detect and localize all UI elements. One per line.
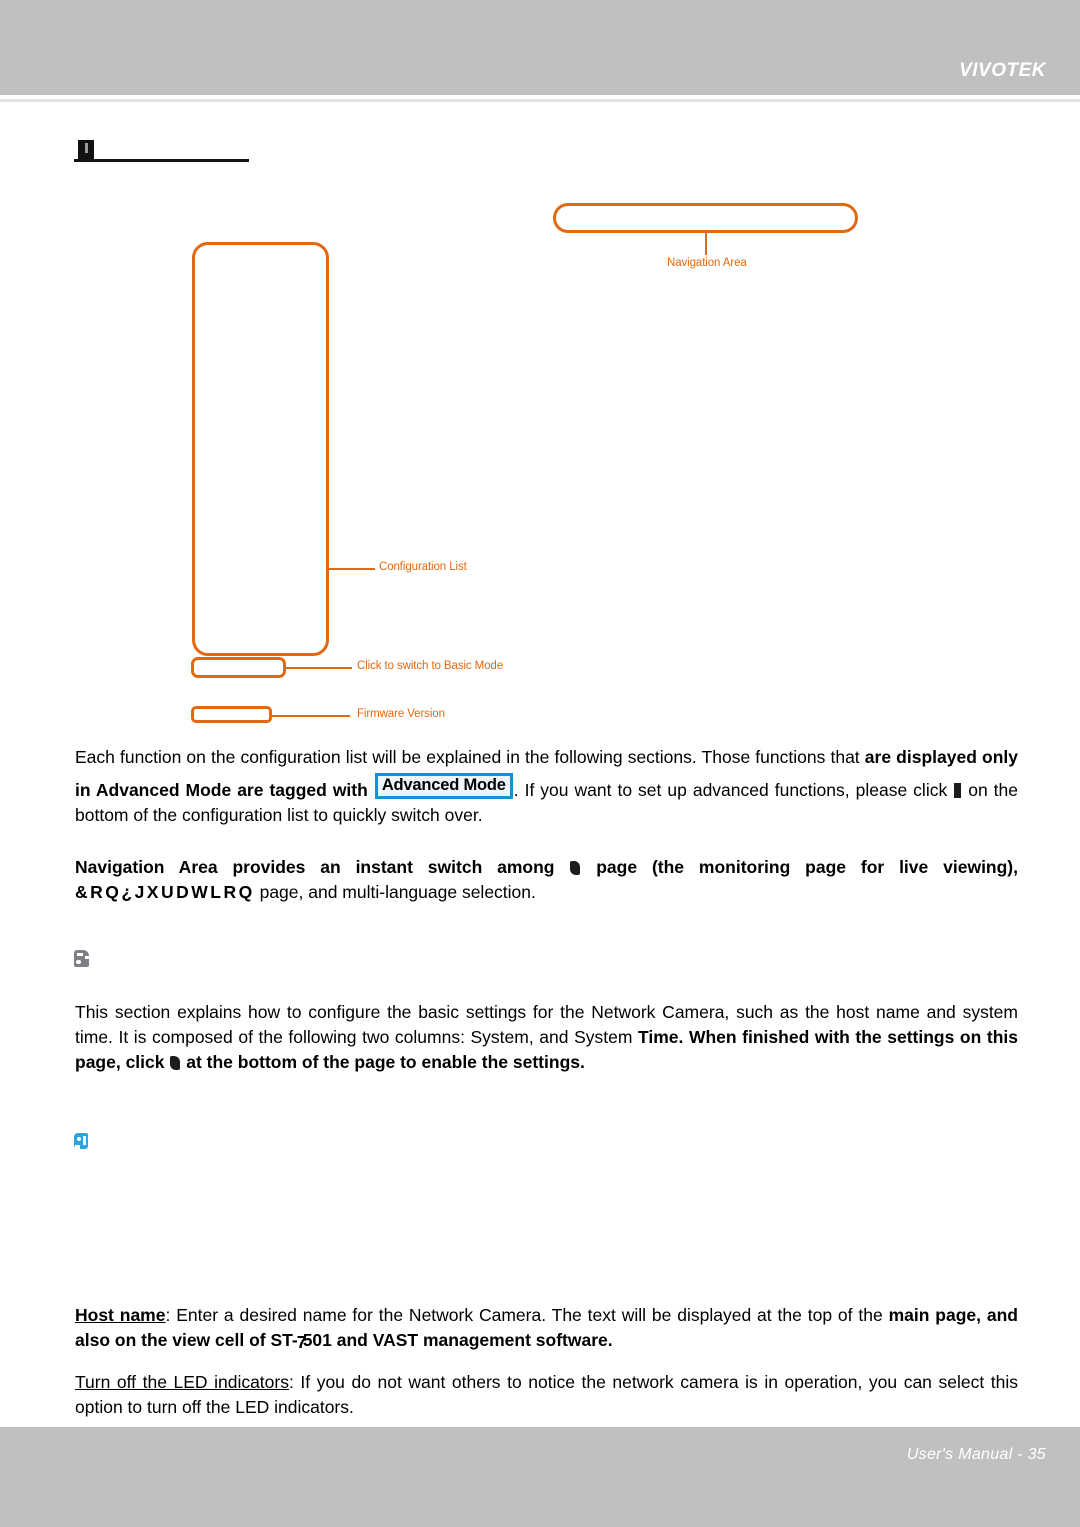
p2-tail: page, and multi-language selection. — [254, 882, 536, 902]
inline-missing-glyph-icon — [954, 783, 962, 798]
p2-bold-b: page (the monitoring page for live viewi… — [581, 857, 1018, 877]
manual-page: VIVOTEK Navigation Area Configuration Li… — [0, 0, 1080, 1527]
footer-page-label: User's Manual - 35 — [906, 1446, 1046, 1463]
paragraph-led-indicators: Turn off the LED indicators: If you do n… — [75, 1370, 1018, 1420]
p5-term: Turn off the LED indicators — [75, 1372, 289, 1392]
p4-model-digit: 7 — [296, 1332, 307, 1352]
callout-label-configuration-list: Configuration List — [379, 561, 467, 573]
p4-lead: : Enter a desired name for the Network C… — [165, 1305, 889, 1325]
paragraph-advanced-mode: Each function on the configuration list … — [75, 745, 1018, 828]
p3-bold-b: at the bottom of the page to enable the … — [181, 1052, 585, 1072]
paragraph-navigation-area: Navigation Area provides an instant swit… — [75, 855, 1018, 905]
p1-after-badge: . If you want to set up advanced functio… — [513, 780, 954, 800]
callout-box-firmware-version — [191, 706, 272, 723]
inline-missing-glyph-icon-2 — [570, 861, 581, 875]
leader-line-configuration-list — [329, 568, 375, 570]
leader-line-basic-mode — [286, 667, 352, 669]
callout-label-navigation-area: Navigation Area — [667, 257, 747, 269]
advanced-mode-badge: Advanced Mode — [374, 773, 513, 799]
system-subsection-heading-icon — [74, 1133, 91, 1152]
system-section-heading-icon — [74, 948, 94, 970]
leader-line-navigation-area — [705, 233, 707, 255]
callout-label-basic-mode: Click to switch to Basic Mode — [357, 660, 504, 672]
p2-bold-a: Navigation Area provides an instant swit… — [75, 857, 570, 877]
p4-bold-b: 501 and VAST management software. — [302, 1330, 613, 1350]
callout-box-configuration-list — [192, 242, 329, 656]
leader-line-firmware-version — [272, 715, 350, 717]
p4-term: Host name — [75, 1305, 166, 1325]
ui-callout-diagram: Navigation Area Configuration List Click… — [0, 0, 1080, 740]
p1-lead: Each function on the configuration list … — [75, 747, 865, 767]
inline-missing-glyph-icon-3 — [170, 1056, 181, 1070]
page-footer-band — [0, 1427, 1080, 1527]
paragraph-host-name: Host name: Enter a desired name for the … — [75, 1303, 1018, 1353]
p2-mangled-configuration: &RQ¿JXUDWLRQ — [75, 882, 255, 902]
callout-box-navigation-area — [553, 203, 858, 233]
paragraph-system-intro: This section explains how to configure t… — [75, 1000, 1018, 1075]
callout-label-firmware-version: Firmware Version — [357, 708, 445, 720]
callout-box-basic-mode — [191, 657, 286, 678]
